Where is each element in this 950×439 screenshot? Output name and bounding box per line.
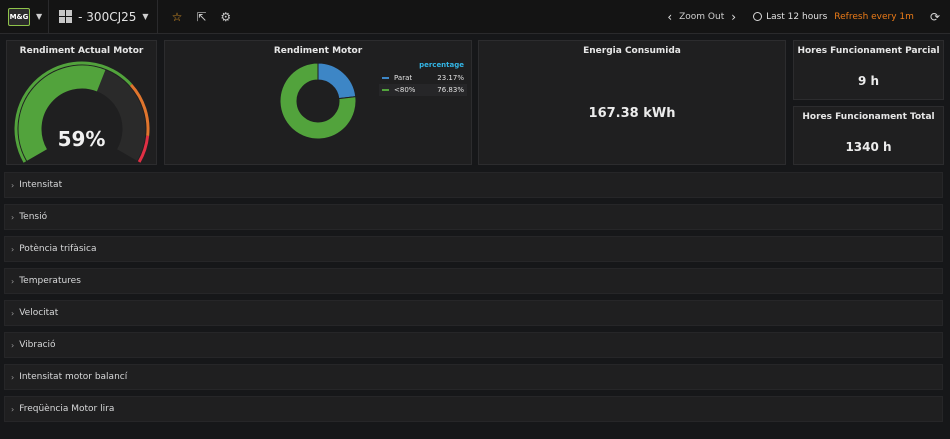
energia-panel: Energia Consumida 167.38 kWh	[478, 40, 786, 165]
row-title: Vibració	[19, 340, 56, 350]
row-title: Velocitat	[19, 308, 59, 318]
energia-value: 167.38 kWh	[588, 106, 676, 121]
legend-value: 76.83%	[437, 86, 464, 94]
row-title: Freqüència Motor lira	[19, 404, 115, 414]
chevron-right-icon: ›	[11, 340, 15, 350]
row-frequencia-motor-lira[interactable]: › Freqüència Motor lira	[4, 396, 943, 422]
clock-icon	[753, 12, 763, 21]
chevron-left-icon[interactable]: ‹	[667, 10, 672, 24]
star-icon[interactable]: ☆	[172, 10, 183, 24]
caret-down-icon: ▼	[36, 12, 43, 21]
caret-down-icon: ▼	[142, 12, 149, 21]
refresh-interval-label: Refresh every 1m	[834, 11, 914, 22]
row-title: Potència trifàsica	[19, 244, 97, 254]
legend-item[interactable]: Parat 23.17%	[379, 72, 467, 84]
side-menu-toggle[interactable]: M&G ▼	[0, 0, 50, 34]
panel-title[interactable]: Hores Funcionament Total	[794, 112, 943, 122]
legend-swatch	[382, 89, 389, 91]
donut-chart	[279, 62, 357, 140]
row-potencia-trifasica[interactable]: › Potència trifàsica	[4, 236, 943, 262]
hores-total-value: 1340 h	[845, 140, 892, 154]
gauge-panel: Rendiment Actual Motor 59%	[6, 40, 157, 165]
app-logo: M&G	[8, 7, 30, 26]
chevron-right-icon: ›	[11, 180, 15, 190]
legend-name: Parat	[394, 74, 413, 82]
legend-header[interactable]: percentage	[379, 61, 467, 69]
row-title: Tensió	[19, 212, 48, 222]
chevron-right-icon: ›	[11, 212, 15, 222]
hores-parcial-value: 9 h	[857, 74, 880, 88]
chevron-right-icon: ›	[11, 372, 15, 382]
donut-slice-0[interactable]	[317, 62, 357, 100]
zoom-controls: ‹ Zoom Out ›	[660, 10, 743, 24]
app-logo-text: M&G	[9, 12, 29, 21]
chevron-right-icon: ›	[11, 404, 15, 414]
chevron-right-icon[interactable]: ›	[731, 10, 736, 24]
row-title: Temperatures	[19, 276, 81, 286]
hores-parcial-panel: Hores Funcionament Parcial 9 h	[793, 40, 944, 100]
zoom-out-button[interactable]: Zoom Out	[679, 12, 724, 22]
chevron-right-icon: ›	[11, 308, 15, 318]
chevron-right-icon: ›	[11, 276, 15, 286]
chevron-right-icon: ›	[11, 244, 15, 254]
time-range-label: Last 12 hours	[766, 11, 828, 22]
hores-total-panel: Hores Funcionament Total 1340 h	[793, 106, 944, 165]
row-intensitat[interactable]: › Intensitat	[4, 172, 943, 198]
dashboard-title: - 300CJ25	[78, 9, 137, 24]
row-title: Intensitat motor balancí	[19, 372, 128, 382]
legend-name: <80%	[394, 86, 416, 94]
share-icon[interactable]: ⇱	[196, 10, 206, 24]
dashboard-picker[interactable]: - 300CJ25 ▼	[49, 0, 158, 34]
row-intensitat-motor-balanci[interactable]: › Intensitat motor balancí	[4, 364, 943, 390]
dashboard-grid-icon	[59, 10, 73, 23]
legend-value: 23.17%	[437, 74, 464, 82]
time-controls: ‹ Zoom Out › Last 12 hours Refresh every…	[660, 0, 950, 34]
row-title: Intensitat	[19, 180, 63, 190]
gauge-value-text: 59%	[57, 127, 106, 151]
row-temperatures[interactable]: › Temperatures	[4, 268, 943, 294]
panel-title[interactable]: Hores Funcionament Parcial	[794, 46, 943, 56]
refresh-icon[interactable]: ⟳	[930, 10, 940, 24]
top-navbar: M&G ▼ - 300CJ25 ▼ ☆ ⇱ ⚙ ‹ Zoom Out › Las…	[0, 0, 950, 34]
time-range-picker[interactable]: Last 12 hours Refresh every 1m	[753, 12, 914, 22]
row-tensio[interactable]: › Tensió	[4, 204, 943, 230]
legend-swatch	[382, 77, 389, 79]
pie-panel: Rendiment Motor percentage Parat 23.17% …	[164, 40, 472, 165]
row-velocitat[interactable]: › Velocitat	[4, 300, 943, 326]
pie-legend: percentage Parat 23.17% <80% 76.83%	[379, 61, 467, 96]
row-vibracio[interactable]: › Vibració	[4, 332, 943, 358]
legend-item[interactable]: <80% 76.83%	[379, 84, 467, 96]
gear-icon[interactable]: ⚙	[220, 10, 231, 24]
panel-title[interactable]: Energia Consumida	[479, 46, 785, 56]
